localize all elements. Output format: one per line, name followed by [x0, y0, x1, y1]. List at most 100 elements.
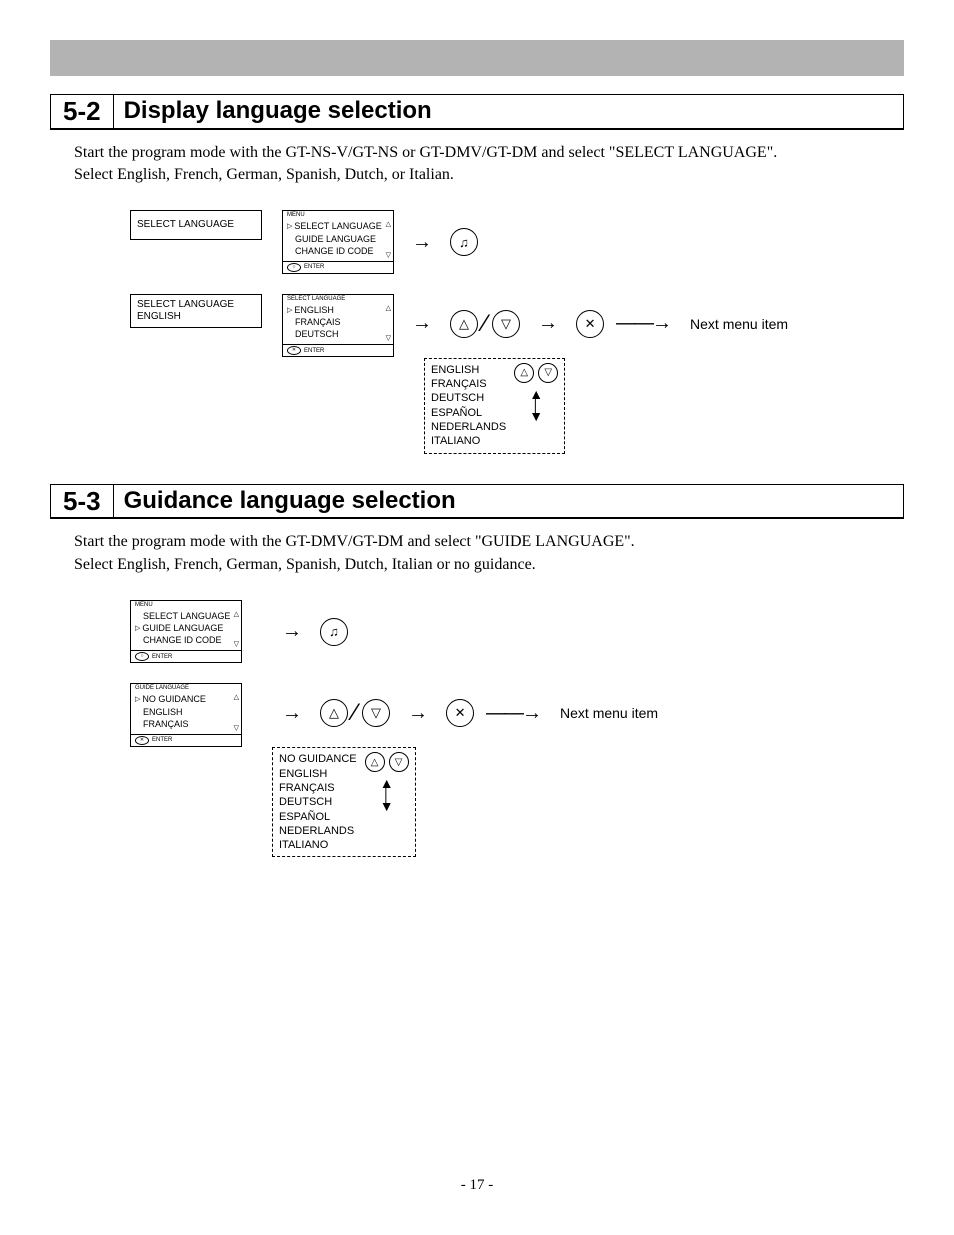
arrow-icon: → — [408, 702, 428, 725]
option-item: ITALIANO — [431, 434, 506, 448]
arrow-icon: → — [412, 312, 432, 335]
up-button-icon: △ — [365, 752, 385, 772]
screen-item: CHANGE ID CODE — [135, 634, 237, 646]
screen-item: ENGLISH — [135, 706, 237, 718]
slash-separator: ⁄ — [483, 310, 487, 338]
arrow-icon: → — [282, 620, 302, 643]
screen-footer: ○ ENTER — [131, 650, 241, 662]
option-item: ENGLISH — [279, 767, 357, 781]
screen-item: SELECT LANGUAGE — [135, 610, 237, 622]
bell-button-icon: ♫ — [450, 228, 478, 256]
options-popup: NO GUIDANCE ENGLISH FRANÇAIS DEUTSCH ESP… — [272, 747, 416, 857]
screen-footer: ○ ENTER — [283, 261, 393, 273]
option-item: ESPAÑOL — [279, 810, 357, 824]
down-button-icon: ▽ — [389, 752, 409, 772]
option-item: DEUTSCH — [431, 391, 506, 405]
option-item: DEUTSCH — [279, 795, 357, 809]
updown-arrow-icon: ▲│▼ — [380, 778, 394, 812]
diagram-row: SELECT LANGUAGE ENGLISH SELECT LANGUAGE … — [130, 294, 904, 454]
screen-item: NO GUIDANCE — [135, 693, 237, 705]
state-label-box: SELECT LANGUAGE — [130, 210, 262, 240]
option-item: NEDERLANDS — [279, 824, 357, 838]
slash-separator: ⁄ — [353, 699, 357, 727]
scroll-up-icon: △ — [234, 693, 239, 701]
section-number: 5-2 — [51, 95, 114, 128]
up-button-icon: △ — [514, 363, 534, 383]
footer-symbol-icon: ○ — [135, 652, 149, 661]
screen-header: MENU — [283, 211, 393, 218]
state-label: ENGLISH — [137, 311, 255, 323]
scroll-down-icon: ▽ — [386, 334, 391, 342]
footer-symbol-icon: ✕ — [135, 736, 149, 745]
arrow-icon: → — [282, 702, 302, 725]
page-number: - 17 - — [50, 1177, 904, 1194]
intro-line: Start the program mode with the GT-DMV/G… — [74, 531, 904, 553]
scroll-down-icon: ▽ — [234, 640, 239, 648]
screen-item: GUIDE LANGUAGE — [287, 233, 389, 245]
screen-item: FRANÇAIS — [287, 316, 389, 328]
up-down-button-group: △ ⁄ ▽ — [450, 310, 520, 338]
up-button-icon: △ — [320, 699, 348, 727]
option-item: FRANÇAIS — [431, 377, 506, 391]
screen-item: DEUTSCH — [287, 328, 389, 340]
bell-button-icon: ♫ — [320, 618, 348, 646]
footer-label: ENTER — [304, 348, 324, 354]
option-item: ITALIANO — [279, 838, 357, 852]
section-title: Guidance language selection — [114, 486, 466, 516]
lcd-screen: SELECT LANGUAGE ENGLISH FRANÇAIS DEUTSCH… — [282, 294, 394, 357]
screen-item: SELECT LANGUAGE — [287, 220, 389, 232]
screen-item: GUIDE LANGUAGE — [135, 622, 237, 634]
down-button-icon: ▽ — [492, 310, 520, 338]
scroll-up-icon: △ — [386, 220, 391, 228]
screen-footer: ✕ ENTER — [283, 344, 393, 356]
footer-symbol-icon: ✕ — [287, 346, 301, 355]
updown-arrow-icon: ▲│▼ — [529, 389, 543, 423]
diagram-5-2: SELECT LANGUAGE MENU SELECT LANGUAGE GUI… — [130, 210, 904, 453]
lcd-screen: MENU SELECT LANGUAGE GUIDE LANGUAGE CHAN… — [282, 210, 394, 273]
lcd-screen: GUIDE LANGUAGE NO GUIDANCE ENGLISH FRANÇ… — [130, 683, 242, 746]
x-button-icon: ✕ — [446, 699, 474, 727]
x-button-icon: ✕ — [576, 310, 604, 338]
option-item: NEDERLANDS — [431, 420, 506, 434]
section-5-2-intro: Start the program mode with the GT-NS-V/… — [74, 142, 904, 187]
long-arrow-icon: ——→ — [616, 312, 670, 335]
scroll-up-icon: △ — [386, 304, 391, 312]
footer-label: ENTER — [152, 737, 172, 743]
state-label: SELECT LANGUAGE — [137, 219, 255, 231]
next-menu-item-label: Next menu item — [690, 316, 788, 332]
long-arrow-icon: ——→ — [486, 702, 540, 725]
scroll-down-icon: ▽ — [386, 251, 391, 259]
option-item: ENGLISH — [431, 363, 506, 377]
screen-item: ENGLISH — [287, 304, 389, 316]
section-5-3-intro: Start the program mode with the GT-DMV/G… — [74, 531, 904, 576]
intro-line: Select English, French, German, Spanish,… — [74, 164, 904, 186]
diagram-5-3: MENU SELECT LANGUAGE GUIDE LANGUAGE CHAN… — [130, 600, 904, 858]
footer-label: ENTER — [304, 264, 324, 270]
arrow-icon: → — [412, 231, 432, 254]
next-menu-item-label: Next menu item — [560, 705, 658, 721]
screen-header: MENU — [131, 601, 241, 608]
intro-line: Select English, French, German, Spanish,… — [74, 554, 904, 576]
section-title: Display language selection — [114, 96, 442, 126]
down-button-icon: ▽ — [362, 699, 390, 727]
section-number: 5-3 — [51, 485, 114, 518]
footer-label: ENTER — [152, 654, 172, 660]
up-down-button-group: △ ⁄ ▽ — [320, 699, 390, 727]
option-item: ESPAÑOL — [431, 406, 506, 420]
diagram-row: GUIDE LANGUAGE NO GUIDANCE ENGLISH FRANÇ… — [130, 683, 904, 857]
header-band — [50, 40, 904, 76]
up-button-icon: △ — [450, 310, 478, 338]
scroll-down-icon: ▽ — [234, 724, 239, 732]
down-button-icon: ▽ — [538, 363, 558, 383]
diagram-row: MENU SELECT LANGUAGE GUIDE LANGUAGE CHAN… — [130, 600, 904, 663]
screen-header: GUIDE LANGUAGE — [131, 684, 241, 691]
intro-line: Start the program mode with the GT-NS-V/… — [74, 142, 904, 164]
option-item: NO GUIDANCE — [279, 752, 357, 766]
section-heading-5-2: 5-2 Display language selection — [50, 94, 904, 130]
option-item: FRANÇAIS — [279, 781, 357, 795]
diagram-row: SELECT LANGUAGE MENU SELECT LANGUAGE GUI… — [130, 210, 904, 273]
state-label-box: SELECT LANGUAGE ENGLISH — [130, 294, 262, 328]
options-popup: ENGLISH FRANÇAIS DEUTSCH ESPAÑOL NEDERLA… — [424, 358, 565, 454]
scroll-up-icon: △ — [234, 610, 239, 618]
arrow-icon: → — [538, 312, 558, 335]
